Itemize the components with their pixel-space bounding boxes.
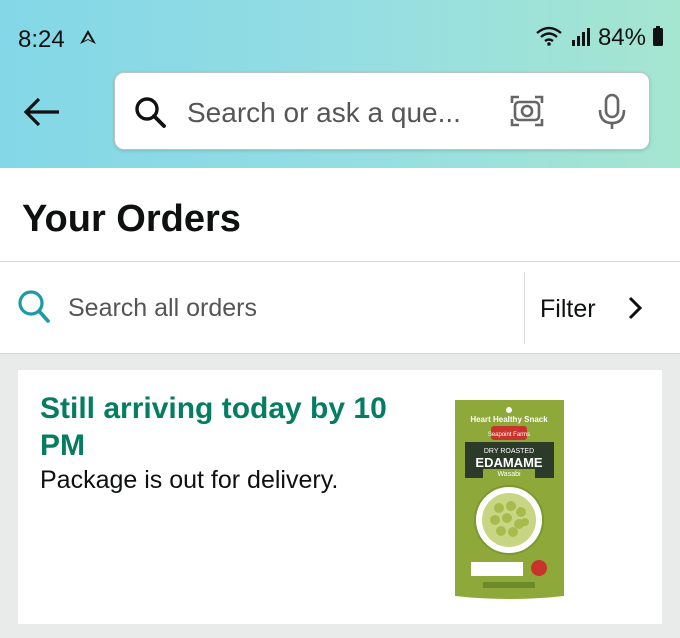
header-background: 8:24 84% Search or ask a que... — [0, 0, 680, 168]
list-spacer — [0, 624, 680, 638]
wifi-icon — [534, 25, 564, 52]
search-icon — [133, 95, 167, 134]
status-time: 8:24 — [18, 26, 65, 53]
page-header: Your Orders — [0, 168, 680, 262]
delivery-substatus: Package is out for delivery. — [40, 466, 339, 494]
filter-label: Filter — [540, 295, 596, 323]
camera-icon[interactable] — [509, 93, 545, 134]
microphone-icon[interactable] — [597, 93, 627, 136]
signal-icon — [570, 25, 592, 52]
back-button[interactable] — [22, 94, 62, 130]
product-flavor: Wasabi — [497, 471, 521, 478]
search-bar[interactable]: Search or ask a que... — [114, 72, 650, 150]
product-brand: Seapoint Farms — [488, 432, 530, 438]
orders-search-bar: Search all orders Filter — [0, 262, 680, 354]
product-line1: DRY ROASTED — [484, 448, 534, 455]
chevron-right-icon — [625, 294, 645, 327]
status-bar: 8:24 84% — [0, 0, 680, 78]
back-arrow-icon — [23, 97, 59, 127]
product-line2: EDAMAME — [475, 455, 542, 470]
orders-search-input[interactable]: Search all orders — [68, 294, 257, 323]
product-tagline: Heart Healthy Snack — [470, 415, 548, 424]
product-image[interactable]: Heart Healthy Snack Seapoint Farms DRY R… — [453, 400, 566, 600]
battery-icon — [652, 25, 664, 52]
page-title: Your Orders — [22, 198, 241, 240]
status-indicators: 84% — [534, 24, 664, 52]
search-input[interactable]: Search or ask a que... — [187, 97, 461, 129]
navigation-icon — [78, 28, 98, 53]
battery-percent: 84% — [597, 24, 646, 51]
orders-search-icon — [16, 288, 52, 331]
delivery-status: Still arriving today by 10 PM — [40, 392, 387, 462]
filter-button[interactable]: Filter — [525, 262, 680, 354]
order-card[interactable]: Still arriving today by 10 PM Package is… — [18, 370, 662, 624]
